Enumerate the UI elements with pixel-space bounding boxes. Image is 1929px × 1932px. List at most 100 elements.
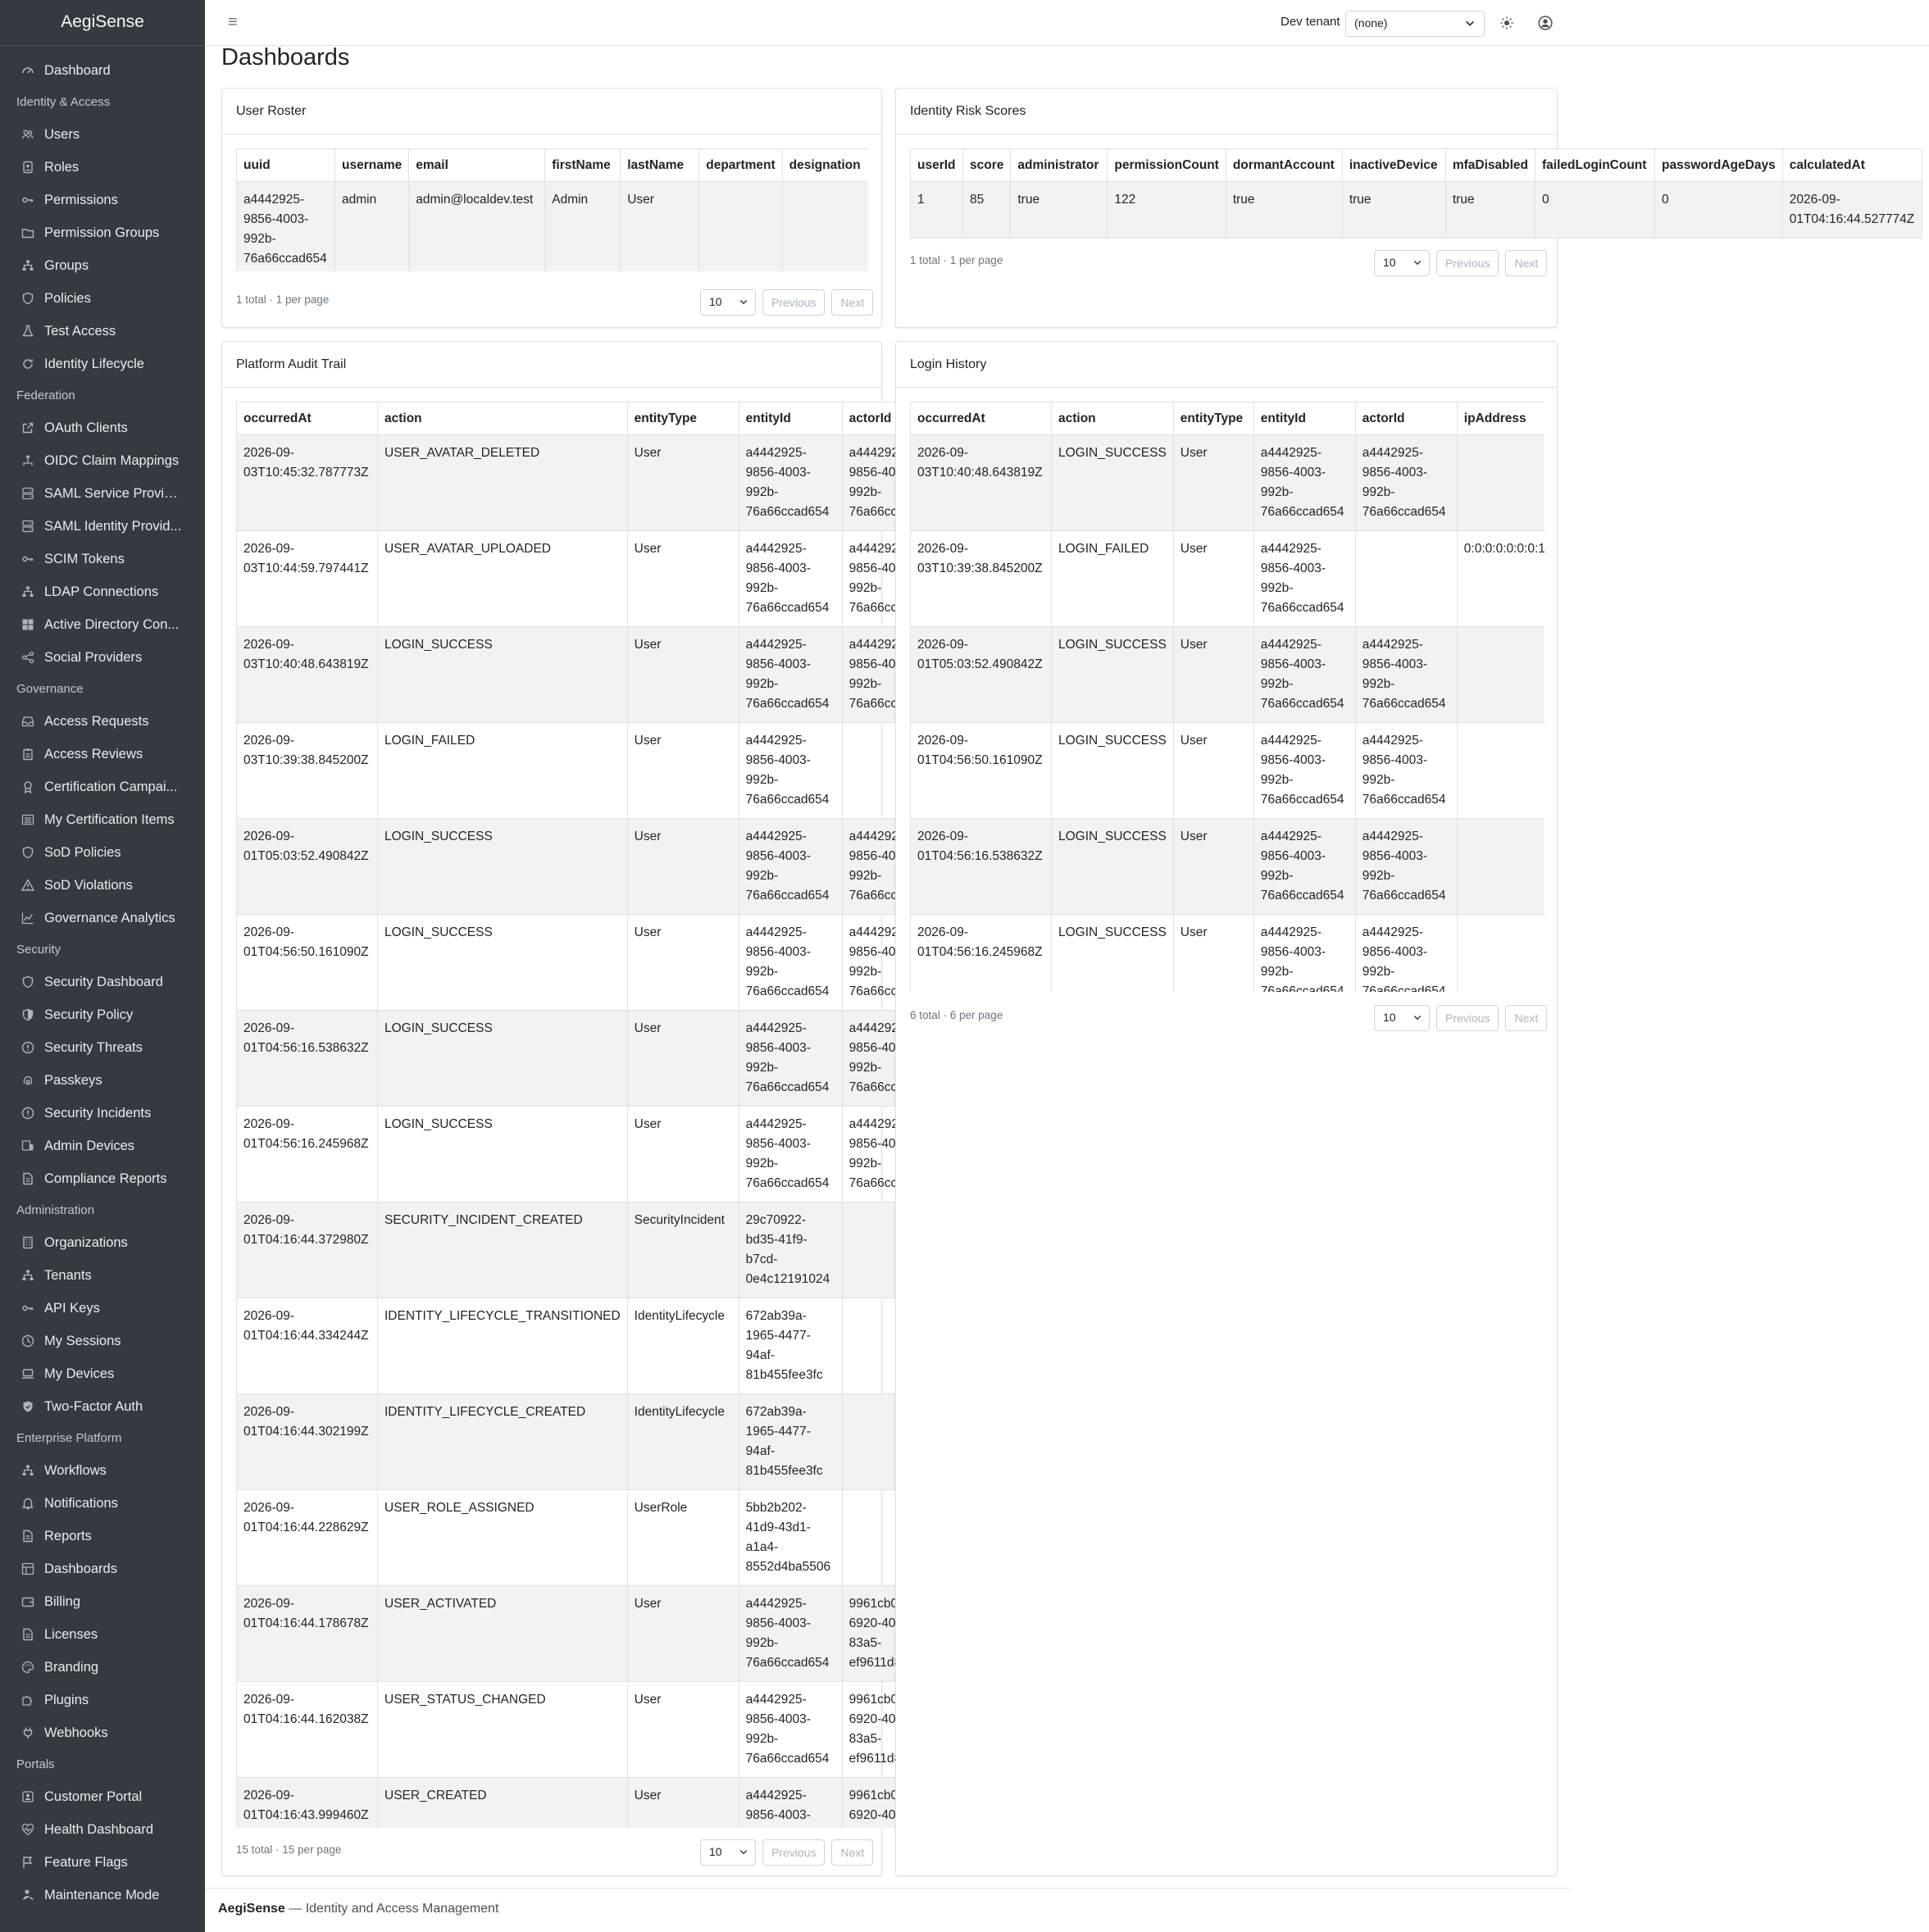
column-header[interactable]: calculatedAt [1781, 148, 1922, 182]
table-row[interactable]: 2026-09- 01T04:16:44.334244Z IDENTITY_LIFE… [236, 1298, 895, 1394]
sidebar-item-branding[interactable]: Branding [0, 1651, 205, 1684]
column-header[interactable]: entityId [1253, 402, 1356, 435]
sidebar-item-access-requests[interactable]: Access Requests [0, 705, 205, 738]
table-row[interactable]: 2026-09- 03T10:39:38.845200Z LOGIN_FAILED U… [236, 722, 895, 819]
table-row[interactable]: 2026-09- 01T04:56:16.538632Z LOGIN_SUCCESS… [236, 1010, 895, 1107]
sidebar-item-policies[interactable]: Policies [0, 282, 205, 315]
table-row[interactable]: 2026-09- 01T04:16:44.162038Z USER_STATUS_C… [236, 1681, 895, 1778]
page-size-select[interactable]: 10 [1374, 250, 1430, 276]
sidebar-item-ldap-connections[interactable]: LDAP Connections [0, 575, 205, 608]
sidebar-item-access-reviews[interactable]: Access Reviews [0, 738, 205, 771]
table-row[interactable]: 2026-09- 01T04:56:16.538632Z LOGIN_SUCCESS… [910, 818, 1545, 915]
column-header[interactable]: action [377, 402, 628, 435]
sidebar-item-tenants[interactable]: Tenants [0, 1259, 205, 1292]
sidebar-item-licenses[interactable]: Licenses [0, 1618, 205, 1651]
sidebar-item-security-threats[interactable]: Security Threats [0, 1031, 205, 1064]
column-header[interactable]: department [698, 148, 783, 182]
sidebar-item-active-directory-con[interactable]: Active Directory Con... [0, 608, 205, 641]
sidebar-item-social-providers[interactable]: Social Providers [0, 641, 205, 674]
sidebar-item-permission-groups[interactable]: Permission Groups [0, 216, 205, 249]
sidebar-item-health-dashboard[interactable]: Health Dashboard [0, 1813, 205, 1846]
previous-button[interactable]: Previous [762, 289, 826, 316]
sidebar-item-certification-campai[interactable]: Certification Campai... [0, 771, 205, 803]
sidebar-item-reports[interactable]: Reports [0, 1520, 205, 1552]
sidebar-item-api-keys[interactable]: API Keys [0, 1292, 205, 1325]
previous-button[interactable]: Previous [1436, 1005, 1499, 1031]
column-header[interactable]: firstName [544, 148, 621, 182]
sidebar-item-sod-violations[interactable]: SoD Violations [0, 869, 205, 902]
table-row[interactable]: 2026-09- 01T04:16:44.228629Z USER_ROLE_ASS… [236, 1489, 895, 1586]
sidebar-item-permissions[interactable]: Permissions [0, 184, 205, 216]
column-header[interactable]: entityId [738, 402, 843, 435]
table-row[interactable]: 2026-09- 03T10:40:48.643819Z LOGIN_SUCCESS… [910, 434, 1545, 531]
table-viewport[interactable]: uuid username email firstName lastName depart… [236, 148, 868, 271]
sidebar-item-security-dashboard[interactable]: Security Dashboard [0, 966, 205, 998]
sidebar-item-oauth-clients[interactable]: OAuth Clients [0, 411, 205, 444]
previous-button[interactable]: Previous [1436, 250, 1499, 276]
column-header[interactable]: userId [910, 148, 963, 182]
column-header[interactable]: entityType [1172, 402, 1254, 435]
column-header[interactable]: entityType [626, 402, 739, 435]
sidebar-item-two-factor-auth[interactable]: Two-Factor Auth [0, 1390, 205, 1423]
table-row[interactable]: 2026-09- 03T10:44:59.797441Z USER_AVATAR_U… [236, 530, 895, 627]
sidebar-item-organizations[interactable]: Organizations [0, 1226, 205, 1259]
sidebar-item-customer-portal[interactable]: Customer Portal [0, 1780, 205, 1813]
column-header[interactable]: mfaDisabled [1444, 148, 1536, 182]
table-row[interactable]: 2026-09- 01T04:16:44.178678Z USER_ACTIVATE… [236, 1585, 895, 1682]
table-row[interactable]: 2026-09- 01T05:03:52.490842Z LOGIN_SUCCESS… [236, 818, 895, 915]
sidebar-item-my-sessions[interactable]: My Sessions [0, 1325, 205, 1357]
table-viewport[interactable]: occurredAt action entityType entityId actorI… [236, 402, 895, 1828]
sidebar-item-users[interactable]: Users [0, 118, 205, 151]
column-header[interactable]: username [334, 148, 410, 182]
table-row[interactable]: 2026-09- 01T04:16:44.372980Z SECURITY_INCI… [236, 1202, 895, 1298]
column-header[interactable]: uuid [236, 148, 335, 182]
column-header[interactable]: administrator [1010, 148, 1108, 182]
table-row[interactable]: 2026-09- 01T05:03:52.490842Z LOGIN_SUCCESS… [910, 626, 1545, 723]
column-header[interactable]: inactiveDevice [1341, 148, 1446, 182]
table-row[interactable]: a4442925- 9856-4003- 992b- 76a66ccad654 admi… [236, 181, 868, 271]
column-header[interactable]: actorId [841, 402, 895, 435]
sidebar-item-security-policy[interactable]: Security Policy [0, 998, 205, 1031]
page-size-select[interactable]: 10 [700, 1839, 756, 1866]
brand-logo[interactable]: AegiSense [0, 0, 205, 46]
table-row[interactable]: 2026-09- 01T04:56:16.245968Z LOGIN_SUCCESS… [236, 1106, 895, 1202]
table-row[interactable]: 2026-09- 01T04:16:44.302199Z IDENTITY_LIFE… [236, 1393, 895, 1490]
sidebar-item-security-incidents[interactable]: Security Incidents [0, 1097, 205, 1130]
column-header[interactable]: passwordAgeDays [1654, 148, 1783, 182]
previous-button[interactable]: Previous [762, 1839, 826, 1866]
sidebar-item-billing[interactable]: Billing [0, 1585, 205, 1618]
table-row[interactable]: 1 85 true 122 true true true 0 0 2026-09- 01T04:16… [910, 181, 1922, 239]
table-viewport[interactable]: userId score administrator permissionCount d… [910, 148, 1929, 243]
table-row[interactable]: 2026-09- 01T04:56:16.245968Z LOGIN_SUCCESS… [910, 914, 1545, 992]
theme-toggle-sun-icon[interactable] [1496, 12, 1517, 34]
sidebar-item-dashboard[interactable]: Dashboard [0, 54, 205, 87]
next-button[interactable]: Next [1505, 1005, 1548, 1031]
table-viewport[interactable]: occurredAt action entityType entityId actorI… [910, 402, 1545, 992]
table-row[interactable]: 2026-09- 03T10:39:38.845200Z LOGIN_FAILED U… [910, 530, 1545, 627]
next-button[interactable]: Next [1505, 250, 1548, 276]
tenant-select[interactable]: (none) [1345, 11, 1485, 37]
column-header[interactable]: designation [781, 148, 868, 182]
sidebar-item-workflows[interactable]: Workflows [0, 1454, 205, 1487]
column-header[interactable]: email [408, 148, 546, 182]
user-avatar-icon[interactable] [1535, 12, 1556, 34]
sidebar-item-groups[interactable]: Groups [0, 249, 205, 282]
column-header[interactable]: lastName [620, 148, 700, 182]
table-row[interactable]: 2026-09- 03T10:45:32.787773Z USER_AVATAR_D… [236, 434, 895, 531]
column-header[interactable]: action [1051, 402, 1174, 435]
sidebar-item-oidc-claim-mappings[interactable]: OIDC Claim Mappings [0, 444, 205, 477]
column-header[interactable]: failedLoginCount [1535, 148, 1655, 182]
sidebar-item-admin-devices[interactable]: Admin Devices [0, 1130, 205, 1162]
table-row[interactable]: 2026-09- 01T04:16:43.999460Z USER_CREATED U… [236, 1777, 895, 1828]
sidebar-item-my-certification-items[interactable]: My Certification Items [0, 803, 205, 836]
page-size-select[interactable]: 10 [700, 289, 756, 316]
column-header[interactable]: dormantAccount [1225, 148, 1343, 182]
next-button[interactable]: Next [831, 1839, 874, 1866]
menu-toggle-icon[interactable]: ≡ [228, 13, 238, 32]
column-header[interactable]: score [962, 148, 1012, 182]
sidebar-item-saml-service-providers[interactable]: SAML Service Providers [0, 477, 205, 510]
sidebar-item-feature-flags[interactable]: Feature Flags [0, 1846, 205, 1879]
sidebar-item-governance-analytics[interactable]: Governance Analytics [0, 902, 205, 934]
sidebar-item-maintenance-mode[interactable]: Maintenance Mode [0, 1879, 205, 1912]
sidebar-item-sod-policies[interactable]: SoD Policies [0, 836, 205, 869]
